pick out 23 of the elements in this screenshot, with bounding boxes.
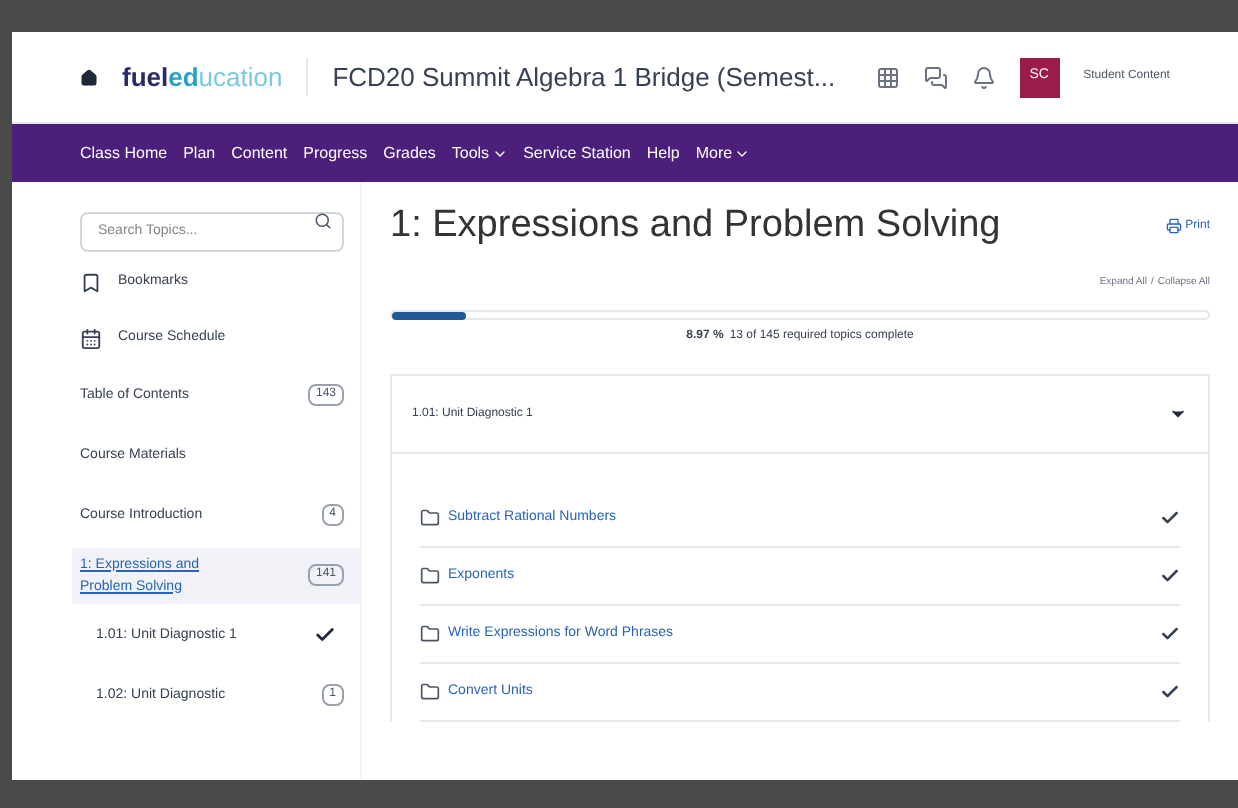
folder-icon [420,624,440,644]
folder-icon [420,508,440,528]
bookmark-icon [80,272,102,294]
course-title: FCD20 Summit Algebra 1 Bridge (Semest... [306,57,836,97]
folder-icon [420,566,440,586]
chat-icon[interactable] [923,61,948,93]
search-icon[interactable] [314,212,332,230]
nav-link[interactable]: Service Station [523,141,631,165]
nav-link[interactable]: Tools [451,141,508,165]
bell-icon[interactable] [971,61,996,93]
nav-link[interactable]: Help [646,141,680,165]
nav-link[interactable]: More [695,141,751,165]
printer-icon [1165,218,1182,235]
nav-link[interactable]: Content [231,141,288,165]
nav-link[interactable]: Grades [383,141,436,165]
brand-logo[interactable]: fueleducation [122,57,283,97]
folder-icon [420,682,440,702]
nav-link[interactable]: Progress [303,141,368,165]
page-title: 1: Expressions and Problem Solving [390,202,1001,250]
calendar-icon [80,328,102,350]
home-icon[interactable] [80,65,98,89]
nav-link[interactable]: Plan [183,141,216,165]
nav-link[interactable]: Class Home [80,141,168,165]
